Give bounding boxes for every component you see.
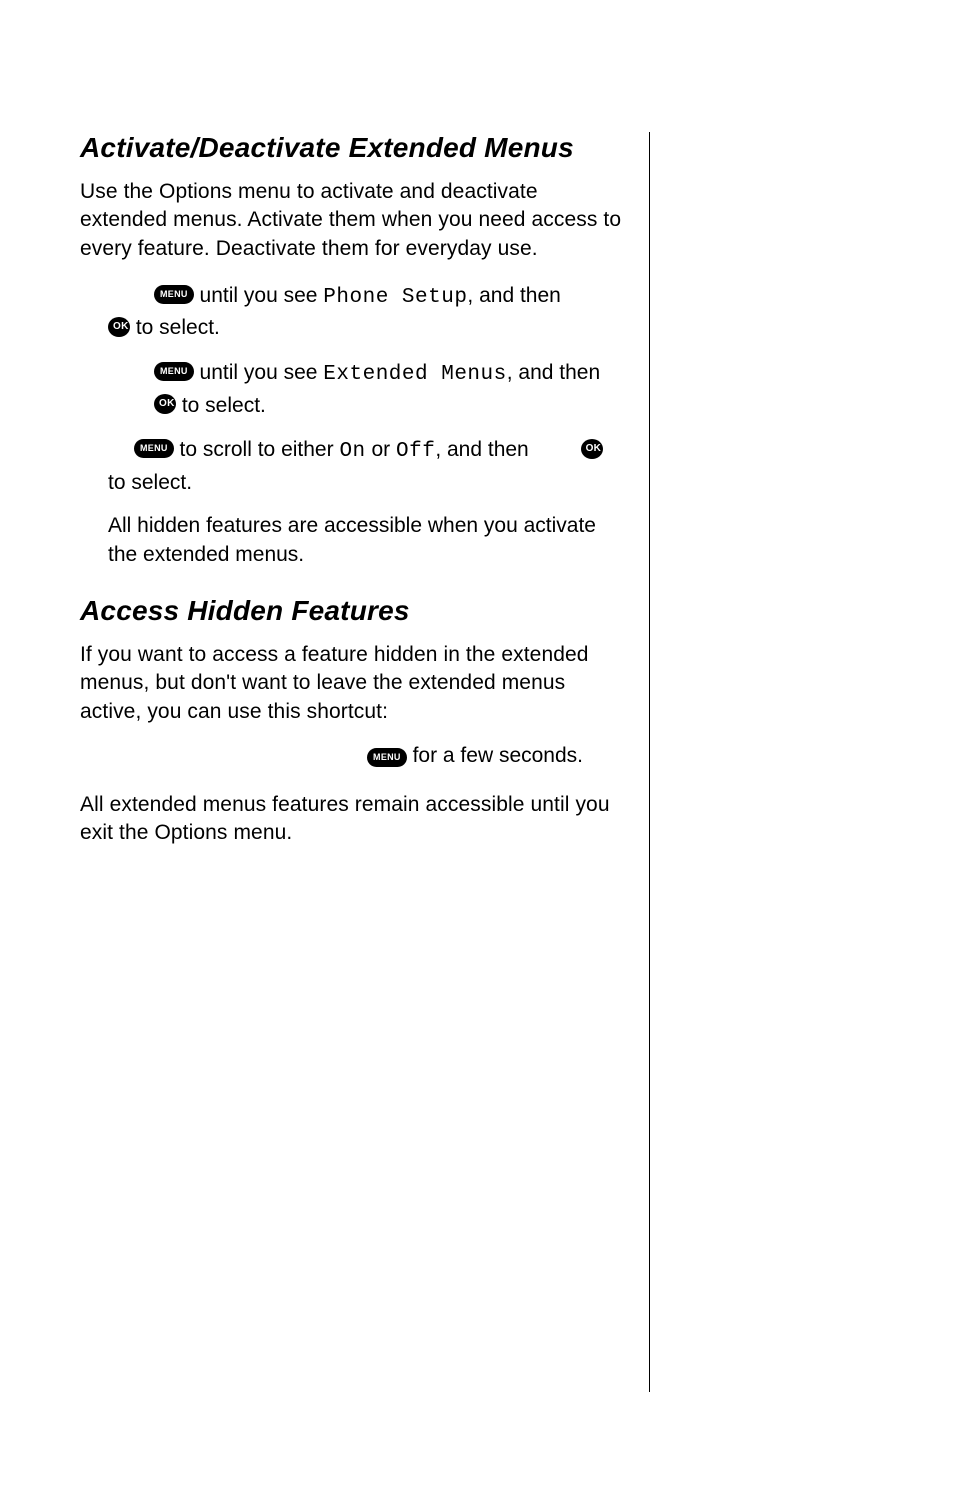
ok-icon: OK — [154, 394, 176, 414]
menu-icon: MENU — [154, 362, 194, 381]
step3-t4: to select. — [108, 471, 192, 494]
section-title-hidden-features: Access Hidden Features — [80, 595, 623, 627]
section2-action-text: for a few seconds. — [407, 744, 583, 767]
step3-t2: or — [366, 438, 396, 461]
menu-icon: MENU — [154, 285, 194, 304]
lcd-off: Off — [396, 440, 435, 463]
section2-action: MENU for a few seconds. — [80, 744, 623, 769]
step-1: MENU until you see Phone Setup, and then… — [108, 281, 623, 344]
step1-t3: to select. — [130, 317, 220, 340]
lcd-phone-setup: Phone Setup — [323, 286, 467, 309]
section1-note: All hidden features are accessible when … — [108, 512, 623, 569]
step2-t2: , and then — [507, 361, 600, 384]
step2-t3: to select. — [176, 394, 266, 417]
ok-icon: OK — [108, 317, 130, 337]
menu-icon: MENU — [367, 748, 407, 767]
page: Activate/Deactivate Extended Menus Use t… — [0, 0, 954, 1493]
step1-t2: , and then — [467, 284, 566, 307]
lcd-extended-menus: Extended Menus — [323, 363, 506, 386]
section-title-extended-menus: Activate/Deactivate Extended Menus — [80, 132, 623, 164]
menu-icon: MENU — [134, 439, 174, 458]
step2-t1: until you see — [194, 361, 324, 384]
section1-intro: Use the Options menu to activate and dea… — [80, 178, 623, 263]
ok-icon: OK — [581, 439, 603, 459]
lcd-on: On — [339, 440, 365, 463]
content-column: Activate/Deactivate Extended Menus Use t… — [80, 132, 650, 1392]
step1-t1: until you see — [194, 284, 324, 307]
step3-t1: to scroll to either — [174, 438, 340, 461]
step-3: MENU to scroll to either On or Off, and … — [108, 435, 623, 498]
section2-outro: All extended menus features remain acces… — [80, 791, 623, 848]
section2-intro: If you want to access a feature hidden i… — [80, 641, 623, 726]
step-2: MENU until you see Extended Menus, and t… — [108, 358, 623, 421]
step3-t3: , and then — [435, 438, 534, 461]
